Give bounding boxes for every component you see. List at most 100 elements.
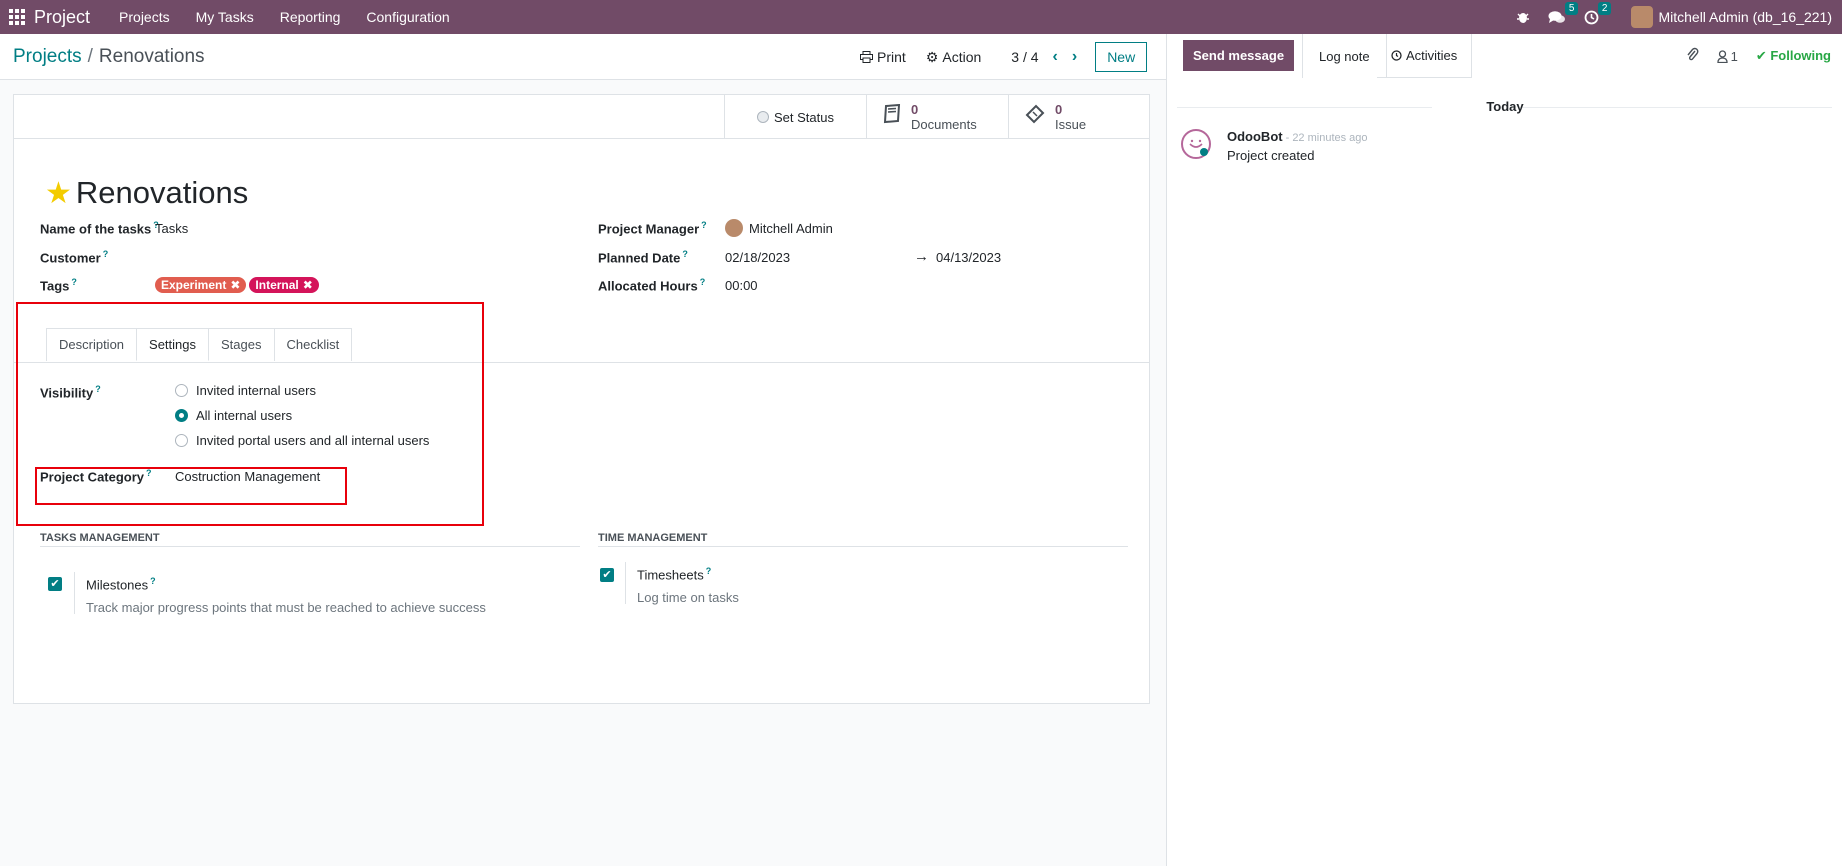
activities-label: Activities	[1406, 48, 1458, 63]
chatter-topbar: Send message Log note Activities 1 ✔ Fol…	[1167, 34, 1842, 78]
following-button[interactable]: ✔ Following	[1756, 48, 1831, 64]
tag-internal[interactable]: Internal ✖	[249, 277, 319, 293]
project-manager-field[interactable]: Mitchell Admin	[725, 219, 833, 237]
apps-menu-icon[interactable]	[0, 0, 34, 34]
breadcrumb-separator: /	[87, 46, 93, 67]
odoobot-avatar	[1181, 129, 1211, 159]
followers-count: 1	[1730, 48, 1738, 64]
pager-next-icon[interactable]: ›	[1072, 48, 1077, 66]
status-circle-icon	[757, 111, 769, 123]
time-management-header: Time Management	[598, 532, 708, 544]
following-label: Following	[1770, 48, 1831, 63]
button-box: Set Status 0 Documents 0 Issue	[14, 95, 1149, 139]
manager-avatar	[725, 219, 743, 237]
author-name: OdooBot	[1227, 129, 1283, 144]
documents-label: Documents	[911, 117, 977, 132]
remove-tag-icon[interactable]: ✖	[303, 278, 313, 292]
set-status-button[interactable]: Set Status	[724, 95, 866, 139]
user-icon	[1716, 49, 1728, 63]
form-area: Projects / Renovations Print ⚙ Action 3 / …	[0, 34, 1166, 866]
bug-icon[interactable]	[1516, 10, 1530, 24]
activities-button[interactable]: Activities	[1377, 34, 1473, 78]
menu-configuration[interactable]: Configuration	[353, 0, 462, 34]
allocated-hours-field[interactable]: 00:00	[725, 278, 758, 293]
new-button[interactable]: New	[1095, 42, 1148, 72]
menu-projects[interactable]: Projects	[106, 0, 183, 34]
top-navbar: Project Projects My Tasks Reporting Conf…	[0, 0, 1842, 34]
control-panel: Projects / Renovations Print ⚙ Action 3 / …	[0, 34, 1166, 80]
action-button[interactable]: ⚙ Action	[926, 49, 981, 66]
timesheets-checkbox[interactable]: ✔	[600, 568, 614, 582]
send-message-button[interactable]: Send message	[1183, 40, 1295, 71]
clock-icon	[1391, 50, 1402, 61]
project-title[interactable]: Renovations	[76, 175, 248, 211]
print-icon	[860, 51, 873, 63]
menu-reporting[interactable]: Reporting	[267, 0, 354, 34]
title-row: ★ Renovations	[45, 175, 248, 211]
milestones-description: Track major progress points that must be…	[86, 600, 486, 615]
timesheets-title: Timesheets?	[637, 566, 712, 583]
issue-smart-button[interactable]: 0 Issue	[1008, 95, 1149, 139]
chatter-panel: Send message Log note Activities 1 ✔ Fol…	[1166, 34, 1842, 866]
user-menu[interactable]: Mitchell Admin (db_16_221)	[1631, 6, 1832, 28]
ticket-icon	[1025, 104, 1045, 130]
systray: 5 2 Mitchell Admin (db_16_221)	[1516, 0, 1832, 34]
planned-date-end-field[interactable]: 04/13/2023	[936, 250, 1001, 265]
project-manager-label: Project Manager?	[598, 220, 707, 237]
app-brand[interactable]: Project	[34, 7, 90, 28]
gear-icon: ⚙	[925, 48, 939, 65]
breadcrumb-current: Renovations	[98, 46, 205, 67]
section-divider	[40, 546, 580, 547]
remove-tag-icon[interactable]: ✖	[230, 278, 240, 292]
highlight-box-project-category	[35, 467, 347, 505]
planned-date-start-field[interactable]: 02/18/2023	[725, 250, 790, 265]
option-divider	[74, 572, 75, 614]
menu-my-tasks[interactable]: My Tasks	[183, 0, 267, 34]
control-panel-actions: Print ⚙ Action 3 / 4 ‹ › New	[860, 41, 1148, 73]
customer-label: Customer?	[40, 249, 109, 266]
clock-icon[interactable]: 2	[1584, 1, 1612, 25]
tasks-management-header: Tasks Management	[40, 532, 160, 544]
activities-count-badge: 2	[1597, 1, 1612, 15]
favorite-star-icon[interactable]: ★	[45, 176, 72, 211]
date-separator: Today	[1486, 99, 1524, 114]
documents-smart-button[interactable]: 0 Documents	[866, 95, 1008, 139]
set-status-label: Set Status	[774, 109, 834, 125]
check-icon: ✔	[1755, 48, 1767, 63]
print-label: Print	[877, 49, 906, 65]
user-name: Mitchell Admin (db_16_221)	[1658, 9, 1832, 25]
name-of-tasks-label: Name of the tasks?	[40, 220, 159, 237]
issue-count: 0	[1055, 102, 1063, 117]
message-author: OdooBot - 22 minutes ago	[1227, 129, 1368, 144]
book-icon	[883, 103, 901, 130]
log-note-button[interactable]: Log note	[1302, 34, 1387, 78]
breadcrumb-projects-link[interactable]: Projects	[13, 46, 82, 67]
issue-label: Issue	[1055, 117, 1087, 132]
message-body: Project created	[1227, 148, 1315, 163]
allocated-hours-label: Allocated Hours?	[598, 277, 706, 294]
messages-icon[interactable]: 5	[1548, 1, 1579, 25]
tags-label: Tags?	[40, 277, 77, 294]
tags-field[interactable]: Experiment ✖ Internal ✖	[155, 277, 322, 293]
tag-experiment[interactable]: Experiment ✖	[155, 277, 247, 293]
documents-count: 0	[911, 102, 919, 117]
tab-settings[interactable]: Settings	[136, 328, 210, 361]
breadcrumb: Projects / Renovations	[13, 46, 205, 68]
milestones-checkbox[interactable]: ✔	[48, 577, 62, 591]
message-time: - 22 minutes ago	[1285, 132, 1368, 144]
user-avatar	[1631, 6, 1654, 28]
arrow-right-icon: →	[914, 248, 929, 265]
messages-count-badge: 5	[1564, 1, 1579, 15]
followers-button[interactable]: 1	[1716, 48, 1738, 64]
customer-field[interactable]	[155, 249, 455, 265]
option-divider	[625, 562, 626, 604]
project-manager-value: Mitchell Admin	[749, 220, 833, 236]
pager-previous-icon[interactable]: ‹	[1053, 48, 1058, 66]
main-menu: Projects My Tasks Reporting Configuratio…	[106, 0, 463, 34]
paperclip-icon[interactable]	[1686, 47, 1699, 65]
print-button[interactable]: Print	[860, 49, 906, 65]
section-divider	[598, 546, 1128, 547]
pager-value[interactable]: 3 / 4	[1011, 49, 1038, 65]
timesheets-description: Log time on tasks	[637, 590, 739, 605]
name-of-tasks-field[interactable]: Tasks	[155, 221, 188, 236]
